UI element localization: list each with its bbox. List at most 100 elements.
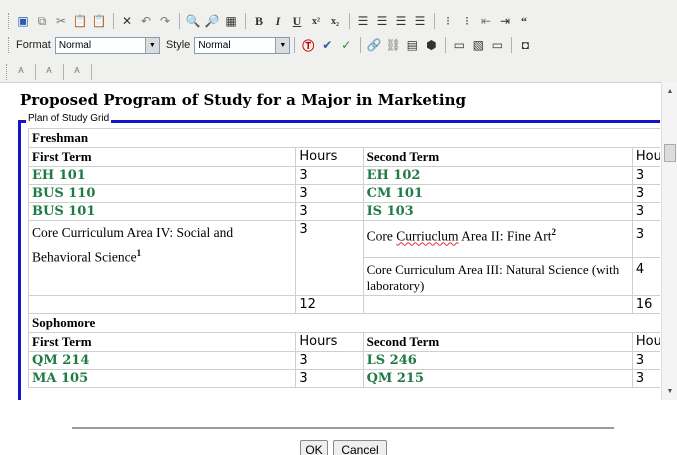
course-link[interactable]: LS 246 xyxy=(362,351,633,370)
table-row: EH 101 3 EH 102 3 xyxy=(27,166,660,185)
align-justify-icon[interactable]: ☰ xyxy=(411,12,429,30)
toolbar-row-2: Format Normal ▼ Style Normal ▼ Ⓣ ✔ ✓ 🔗 ⛓… xyxy=(8,33,535,57)
image-icon[interactable]: ▧ xyxy=(469,36,487,54)
toolbar-grip[interactable] xyxy=(6,64,9,80)
plan-of-study-table[interactable]: Freshman First Term Hours Second Term Ho… xyxy=(27,128,660,388)
column-header: Hours xyxy=(631,147,660,167)
check-icon[interactable]: ✔ xyxy=(318,36,336,54)
course-text: Area II: Fine Art xyxy=(458,228,552,244)
empty-cell xyxy=(27,295,297,314)
table-icon[interactable]: ▤ xyxy=(403,36,421,54)
hours-cell: 4 xyxy=(631,257,660,296)
remove-format-icon[interactable]: ✕ xyxy=(118,12,136,30)
toolbar-separator xyxy=(511,37,513,53)
course-link[interactable]: EH 101 xyxy=(27,166,297,185)
course-text: Core Curriculum Area IV: Social and Beha… xyxy=(32,225,234,265)
footnote-marker: 1 xyxy=(136,248,142,258)
table-row: Core Curriculum Area IV: Social and Beha… xyxy=(27,220,660,296)
scroll-up-icon[interactable]: ▲ xyxy=(662,84,677,98)
misspelled-word: Curriuclum xyxy=(396,228,459,244)
toolbar-row-3: ᴬ ᴬ ᴬ xyxy=(6,60,96,84)
preview-icon[interactable]: 🔎 xyxy=(203,12,221,30)
hours-cell: 3 xyxy=(631,351,660,370)
footnote-marker: 2 xyxy=(551,227,556,237)
spellcheck-icon[interactable]: ✓ xyxy=(337,36,355,54)
toolbar-grip[interactable] xyxy=(8,13,11,29)
total-hours-cell: 12 xyxy=(295,295,364,314)
cut-icon[interactable]: ✂ xyxy=(52,12,70,30)
empty-cell xyxy=(362,295,633,314)
style-select-value: Normal xyxy=(198,39,231,51)
paste-from-word-icon[interactable]: 📋 xyxy=(90,12,108,30)
course-link[interactable]: IS 103 xyxy=(362,202,633,221)
style-tool-icon-3[interactable]: ᴬ xyxy=(68,63,86,81)
course-link[interactable]: CM 101 xyxy=(362,184,633,203)
course-link[interactable]: QM 215 xyxy=(362,369,633,388)
save-icon[interactable]: ▣ xyxy=(14,12,32,30)
frame-icon[interactable]: ▭ xyxy=(488,36,506,54)
hours-cell: 3 xyxy=(295,369,364,388)
format-select[interactable]: Normal ▼ xyxy=(54,36,160,54)
find-icon[interactable]: 🔍 xyxy=(184,12,202,30)
underline-button[interactable]: U xyxy=(288,12,306,30)
template-icon[interactable]: Ⓣ xyxy=(299,36,317,54)
numbered-list-icon[interactable]: ⁝ xyxy=(439,12,457,30)
toolbar-grip[interactable] xyxy=(8,37,11,53)
course-link[interactable]: MA 105 xyxy=(27,369,297,388)
table-row: Sophomore xyxy=(28,313,660,333)
course-link[interactable]: EH 102 xyxy=(362,166,633,185)
course-link[interactable]: BUS 110 xyxy=(27,184,297,203)
subscript-button[interactable]: x₂ xyxy=(326,12,344,30)
style-tool-icon-2[interactable]: ᴬ xyxy=(40,63,58,81)
toolbar-separator xyxy=(434,13,435,29)
vertical-scrollbar[interactable]: ▲ ▼ xyxy=(661,82,677,400)
align-center-icon[interactable]: ☰ xyxy=(373,12,391,30)
blockquote-icon[interactable]: “ xyxy=(515,12,533,30)
object-icon[interactable]: ⬢ xyxy=(422,36,440,54)
style-label: Style xyxy=(165,39,191,51)
outdent-icon[interactable]: ⇤ xyxy=(477,12,495,30)
table-row: 12 16 xyxy=(27,295,660,314)
cancel-button[interactable]: Cancel xyxy=(333,440,387,455)
column-header: Second Term xyxy=(362,147,633,167)
course-link[interactable]: QM 214 xyxy=(27,351,297,370)
bulleted-list-icon[interactable]: ⁝ xyxy=(458,12,476,30)
fieldset-border xyxy=(18,120,21,400)
toolbar-separator xyxy=(35,64,36,80)
italic-button[interactable]: I xyxy=(269,12,287,30)
hours-cell: 3 xyxy=(295,351,364,370)
scrollbar-thumb[interactable] xyxy=(664,144,676,162)
style-select[interactable]: Normal ▼ xyxy=(194,36,291,54)
bold-button[interactable]: B xyxy=(250,12,268,30)
copy-format-icon[interactable]: ⧉ xyxy=(33,12,51,30)
scroll-down-icon[interactable]: ▼ xyxy=(662,384,677,398)
chevron-down-icon[interactable]: ▼ xyxy=(144,37,159,53)
insert-file-icon[interactable]: ▭ xyxy=(450,36,468,54)
undo-icon[interactable]: ↶ xyxy=(137,12,155,30)
indent-icon[interactable]: ⇥ xyxy=(496,12,514,30)
ok-button[interactable]: OK xyxy=(300,440,328,455)
format-label: Format xyxy=(16,39,51,51)
source-view-icon[interactable]: ◘ xyxy=(516,36,534,54)
section-heading: Sophomore xyxy=(28,313,660,333)
unlink-icon[interactable]: ⛓ xyxy=(384,36,402,54)
link-icon[interactable]: 🔗 xyxy=(365,36,383,54)
paste-icon[interactable]: 📋 xyxy=(71,12,89,30)
style-tool-icon-1[interactable]: ᴬ xyxy=(12,63,30,81)
toolbar-separator xyxy=(179,13,180,29)
toolbar-separator xyxy=(445,37,447,53)
align-left-icon[interactable]: ☰ xyxy=(354,12,372,30)
course-link[interactable]: BUS 101 xyxy=(27,202,297,221)
align-right-icon[interactable]: ☰ xyxy=(392,12,410,30)
document-body[interactable]: Proposed Program of Study for a Major in… xyxy=(8,83,660,400)
course-cell: Core Curriuclum Area II: Fine Art2 xyxy=(362,220,633,258)
superscript-button[interactable]: x² xyxy=(307,12,325,30)
editor-content-area[interactable]: Proposed Program of Study for a Major in… xyxy=(0,82,677,400)
select-all-icon[interactable]: ▦ xyxy=(222,12,240,30)
hours-cell: 3 xyxy=(631,184,660,203)
column-header: Hours xyxy=(295,147,364,167)
chevron-down-icon[interactable]: ▼ xyxy=(275,37,290,53)
table-header-row: First Term Hours Second Term Hours xyxy=(27,147,660,167)
hours-cell: 3 xyxy=(295,184,364,203)
redo-icon[interactable]: ↷ xyxy=(156,12,174,30)
